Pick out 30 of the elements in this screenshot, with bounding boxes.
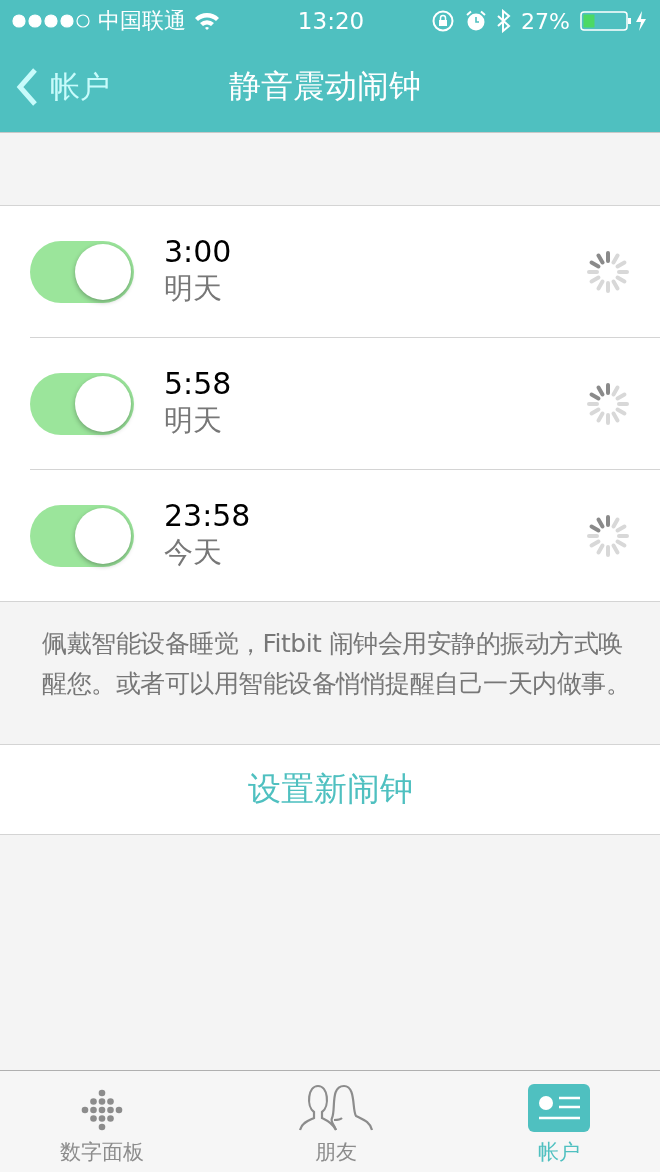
alarm-time: 3:00	[164, 234, 233, 269]
tab-item[interactable]: 帐户	[528, 1071, 590, 1172]
loading-spinner-icon	[586, 513, 630, 558]
alarm-day: 今天	[164, 533, 586, 573]
alarm-day: 明天	[164, 401, 586, 441]
wifi-icon	[194, 12, 220, 30]
alarm-time: 23:58	[164, 498, 252, 533]
battery-percent: 27%	[521, 8, 570, 34]
alarm-toggle[interactable]	[30, 240, 134, 303]
loading-spinner-icon	[586, 381, 630, 426]
alarm-time: 5:58	[164, 366, 233, 401]
status-time: 13:20	[297, 8, 365, 34]
rotation-lock-icon	[431, 9, 456, 33]
signal-icon	[12, 14, 90, 28]
bluetooth-icon	[497, 9, 512, 33]
carrier-name: 中国联通	[98, 7, 186, 35]
back-button[interactable]: 帐户	[0, 66, 110, 108]
alarm-toggle[interactable]	[30, 504, 134, 567]
alarm-day: 明天	[164, 269, 586, 309]
page-title: 静音震动闹钟	[229, 66, 421, 107]
id-card-icon	[528, 1084, 590, 1132]
alarm-toggle[interactable]	[30, 372, 134, 435]
tab-item[interactable]: 数字面板	[60, 1071, 144, 1172]
dots-diamond-icon	[80, 1088, 124, 1132]
back-chevron-icon	[16, 67, 38, 107]
alarm-icon	[465, 10, 488, 32]
tab-item[interactable]: 朋友	[298, 1071, 374, 1172]
new-alarm-button[interactable]: 设置新闹钟	[0, 745, 660, 835]
loading-spinner-icon	[586, 249, 630, 294]
two-people-icon	[298, 1084, 374, 1132]
